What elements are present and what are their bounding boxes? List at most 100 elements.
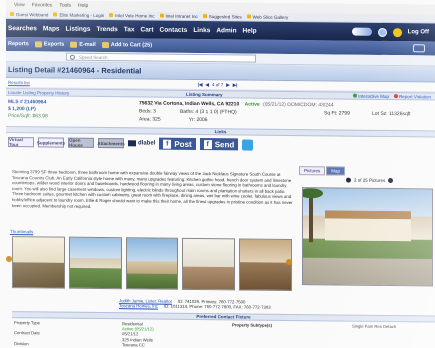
facebook-icon: f [163, 139, 172, 149]
export-icon [34, 41, 42, 48]
favorite-item[interactable]: Intel Vote Home Inc [109, 13, 155, 18]
nav-searches[interactable]: Searches [8, 25, 37, 32]
beds: Beds: 3 [139, 108, 156, 115]
tab-map[interactable]: Map [326, 166, 346, 176]
results-list-link[interactable]: Results list [8, 80, 30, 85]
office-name-link[interactable]: Toscana Homes, Inc [119, 304, 158, 310]
photo-navigation: 2 of 25 Pictures [346, 177, 394, 184]
first-page-icon[interactable]: |◀ [198, 82, 203, 88]
help-icon[interactable] [392, 27, 402, 37]
listing-summary-title: Listing Summary [186, 91, 223, 97]
menu-view[interactable]: View [14, 2, 25, 8]
star-icon [202, 14, 207, 19]
alert-icon [394, 93, 399, 98]
photo-tabs: Pictures Map [299, 166, 346, 176]
nav-maps[interactable]: Maps [43, 25, 60, 32]
main-listing-photo[interactable] [302, 187, 433, 287]
cart-icon [101, 42, 109, 49]
mls-block: MLS # 21460964 $ 1,200 (LP) Price/Sqft: … [8, 99, 48, 120]
browser-screen: View Favorites Tools Help Guest Webband … [6, 0, 435, 348]
search-icon [70, 54, 75, 60]
reports-button[interactable]: Reports [8, 41, 29, 47]
user-icon[interactable] [377, 27, 387, 37]
interactive-map-link[interactable]: Interactive Map [353, 93, 389, 99]
dlabel-button[interactable]: dlabel [128, 140, 155, 147]
listing-details: Property Type Residential Property Subtyp… [12, 320, 435, 348]
last-page-icon[interactable]: ▶| [233, 82, 238, 88]
prev-photo-icon[interactable] [346, 177, 351, 183]
brand-logo [351, 27, 372, 36]
tab-pictures[interactable]: Pictures [299, 166, 326, 176]
next-photo-icon[interactable] [388, 178, 394, 184]
facebook-send-button[interactable]: f Send [199, 138, 239, 151]
locate-listing-link[interactable]: Locate Listing Property History [8, 90, 69, 96]
address: 75632 Via Cortona, Indian Wells, CA 9221… [139, 100, 240, 108]
attachments-button[interactable]: Attachments [97, 137, 125, 149]
star-icon [109, 13, 114, 18]
email-icon [70, 41, 78, 48]
virtual-tour-button[interactable]: Virtual Tour [8, 137, 34, 148]
nav-cart[interactable]: Cart [141, 26, 154, 33]
linkedin-icon[interactable] [242, 138, 254, 151]
listing-remarks: Stunning 3799 SF three bedroom, three ba… [12, 169, 293, 209]
email-button[interactable]: E-mail [70, 41, 96, 48]
open-house-button[interactable]: Open House [68, 137, 94, 148]
report-violation-link[interactable]: Report Violation [394, 93, 431, 99]
map-icon [353, 93, 358, 98]
area: Area: 325 [139, 116, 161, 123]
dlabel-icon [128, 140, 136, 147]
star-icon [246, 14, 251, 19]
add-to-cart-button[interactable]: Add to Cart (25) [101, 42, 152, 49]
status-badge: Active [244, 101, 260, 108]
nav-listings[interactable]: Listings [66, 25, 91, 32]
star-icon [159, 13, 164, 18]
thumbnails-link[interactable]: Thumbnails [10, 229, 33, 234]
exports-button[interactable]: Exports [34, 41, 64, 48]
star-icon [53, 12, 58, 17]
logout-link[interactable]: Log Off [408, 29, 429, 35]
photo-frame: View Favorites Tools Help Guest Webband … [0, 0, 435, 348]
menu-help[interactable]: Help [78, 3, 88, 9]
prev-page-icon[interactable]: ◀ [206, 82, 209, 88]
year-built: Yr: 2006 [188, 116, 208, 124]
facebook-icon: f [203, 139, 212, 149]
price-per-sqft: Price/Sqft: $63.98 [8, 113, 48, 120]
photo-thumbnail[interactable] [125, 237, 179, 290]
status-meta: (05/21/12) DOM/CDOM: 43/244 [263, 101, 334, 109]
favorite-item[interactable]: Elite Marketing - Login [53, 12, 104, 18]
nav-contacts[interactable]: Contacts [160, 26, 188, 33]
photo-thumbnails [12, 236, 292, 291]
nav-tax[interactable]: Tax [124, 26, 135, 33]
next-page-icon[interactable]: ▶ [226, 82, 229, 88]
facebook-post-button[interactable]: f Post [159, 137, 196, 150]
photo-counter: 2 of 25 Pictures [354, 177, 386, 183]
star-icon [10, 12, 14, 17]
supplements-button[interactable]: Supplements [37, 137, 65, 148]
address-line: 75632 Via Cortona, Indian Wells, CA 9221… [139, 100, 334, 108]
listing-summary: MLS # 21460964 $ 1,200 (LP) Price/Sqft: … [6, 96, 435, 130]
nav-trends[interactable]: Trends [96, 25, 117, 32]
menu-tools[interactable]: Tools [59, 3, 71, 9]
palm-tree-image [309, 192, 313, 243]
pager-current: 4 of 7 [211, 82, 224, 88]
photo-thumbnail[interactable] [182, 237, 236, 291]
favorite-item[interactable]: Suggested Sites [202, 14, 242, 19]
favorite-item[interactable]: Intel Intranet Inc [159, 13, 198, 19]
house-image [325, 210, 411, 242]
nav-help[interactable]: Help [243, 27, 257, 34]
pager-controls: |◀ ◀ 4 of 7 ▶ ▶| [198, 82, 238, 88]
photo-thumbnail[interactable] [68, 236, 122, 290]
nav-admin[interactable]: Admin [216, 27, 236, 34]
photo-thumbnail[interactable] [239, 238, 292, 291]
agent-info: Judith Jamie, Lister, Realtor ID: 741026… [119, 298, 271, 310]
square-feet: Sq Ft: 2799 [324, 110, 350, 117]
window-icon[interactable] [413, 44, 425, 53]
favorite-item[interactable]: Web Slice Gallery [246, 14, 288, 19]
lot-size: Lot Sz: 11326sqft [372, 110, 411, 118]
speed-search-input[interactable]: Speed Search [66, 52, 256, 63]
nav-links[interactable]: Links [193, 26, 210, 33]
favorite-item[interactable]: Guest Webband [10, 12, 48, 17]
photo-thumbnail[interactable] [12, 236, 65, 289]
menu-favorites[interactable]: Favorites [32, 2, 53, 8]
thumb-next-icon[interactable] [286, 258, 292, 265]
